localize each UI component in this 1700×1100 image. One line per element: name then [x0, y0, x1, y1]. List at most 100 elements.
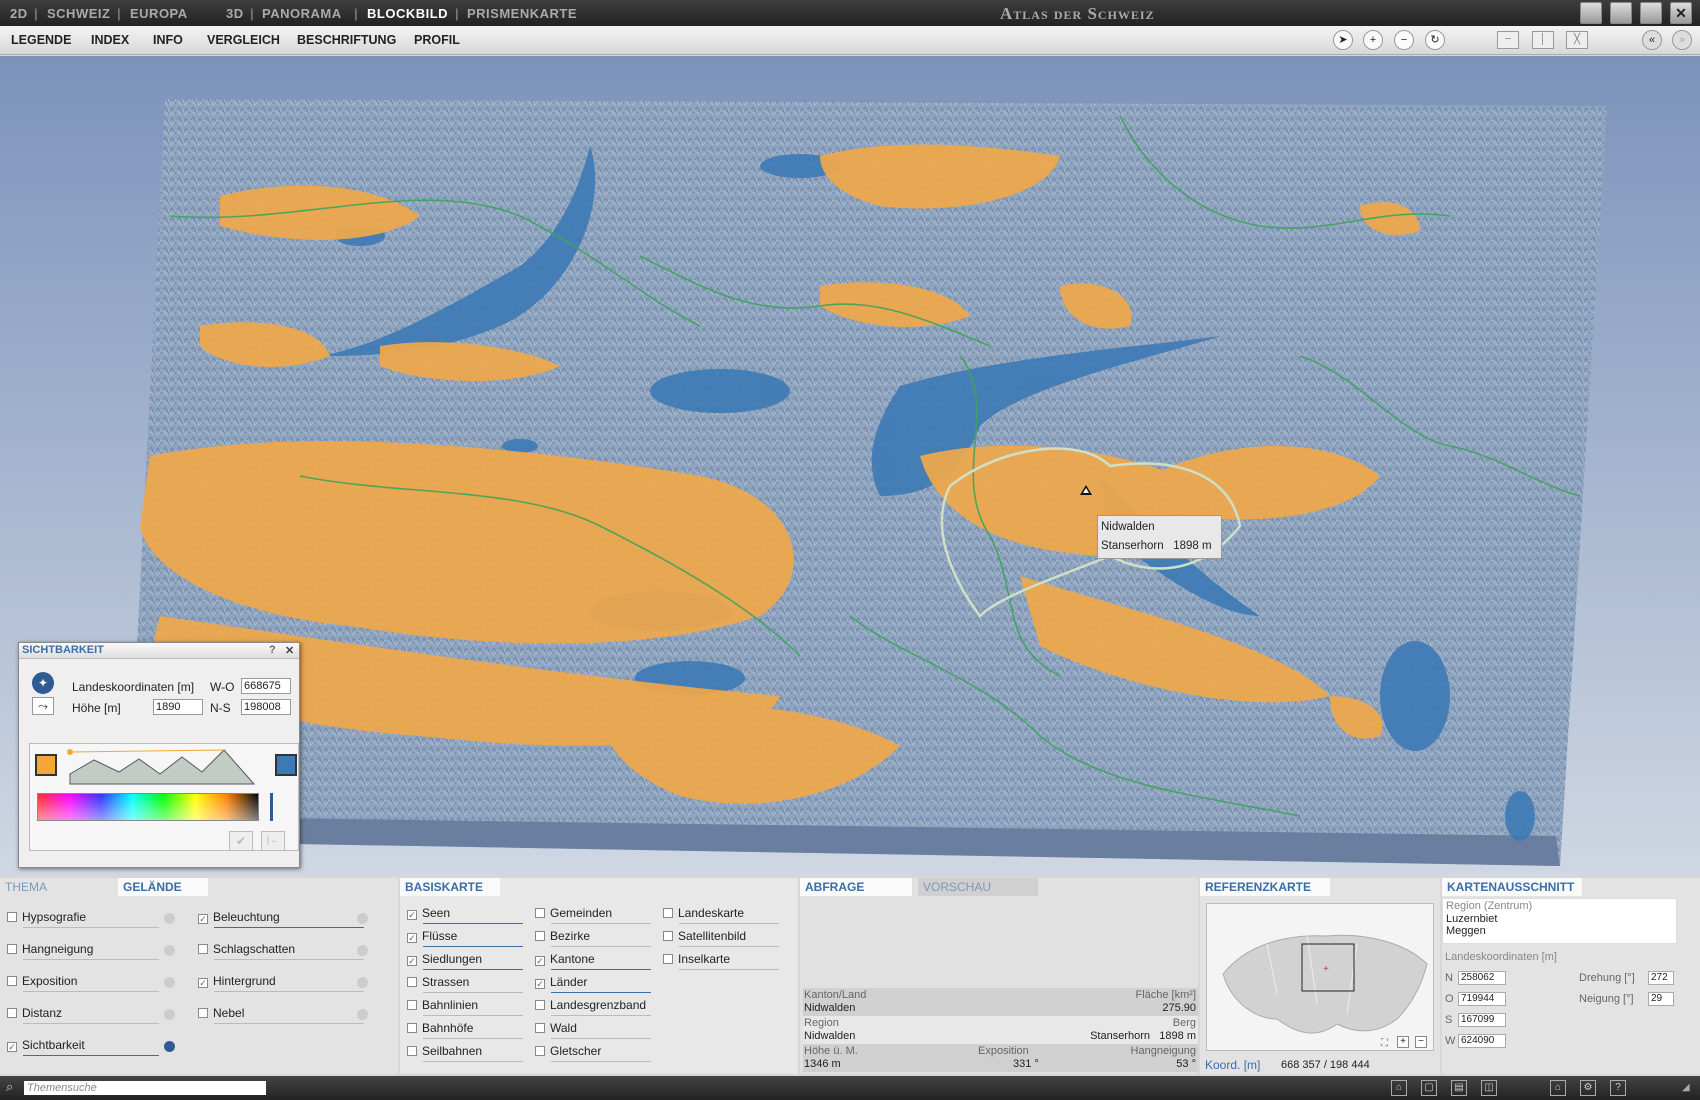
info-icon[interactable]: [357, 913, 368, 924]
map-zoom-out-icon[interactable]: −: [1415, 1036, 1427, 1048]
checkbox-icon[interactable]: [407, 1000, 417, 1010]
checkbox-icon[interactable]: [407, 977, 417, 987]
checkbox-gletscher[interactable]: Gletscher: [535, 1044, 601, 1062]
slider-track[interactable]: [23, 927, 159, 928]
checkbox-hintergrund[interactable]: ✓ Hintergrund: [198, 974, 276, 992]
checkbox-hangneigung[interactable]: Hangneigung: [7, 942, 93, 960]
w-input[interactable]: 624090: [1458, 1034, 1506, 1048]
no-split-icon[interactable]: ╳: [1566, 31, 1588, 49]
slider-track[interactable]: [23, 959, 159, 960]
collapse-left-icon[interactable]: «: [1642, 30, 1662, 50]
close-dialog-icon[interactable]: ✕: [285, 644, 294, 657]
menu-profil[interactable]: PROFIL: [414, 33, 460, 47]
checkbox-distanz[interactable]: Distanz: [7, 1006, 62, 1024]
checkbox-satellitenbild[interactable]: Satellitenbild: [663, 929, 746, 947]
slider-track[interactable]: [551, 923, 651, 924]
checkbox-seilbahnen[interactable]: Seilbahnen: [407, 1044, 482, 1062]
checkbox-icon[interactable]: [663, 954, 673, 964]
slider-track[interactable]: [679, 969, 779, 970]
checkbox-icon[interactable]: [198, 944, 208, 954]
slider-track[interactable]: [423, 1038, 523, 1039]
slider-track[interactable]: [423, 992, 523, 993]
slider-track[interactable]: [679, 923, 779, 924]
drehung-input[interactable]: 272: [1648, 971, 1674, 985]
checkbox-beleuchtung[interactable]: ✓ Beleuchtung: [198, 910, 280, 928]
checkbox-icon[interactable]: ✓: [198, 978, 208, 988]
info-icon[interactable]: [164, 913, 175, 924]
checkbox-icon[interactable]: [7, 944, 17, 954]
neigung-input[interactable]: 29: [1648, 992, 1674, 1006]
wo-input[interactable]: 668675: [241, 678, 291, 694]
print-icon[interactable]: ▤: [1451, 1080, 1467, 1096]
slider-track[interactable]: [214, 959, 364, 960]
checkbox-icon[interactable]: [407, 1023, 417, 1033]
menu-beschriftung[interactable]: BESCHRIFTUNG: [297, 33, 396, 47]
checkbox-icon[interactable]: [7, 912, 17, 922]
apply-icon[interactable]: ✔: [229, 831, 253, 851]
checkbox-icon[interactable]: [407, 1046, 417, 1056]
checkbox-strassen[interactable]: Strassen: [407, 975, 469, 993]
slider-track[interactable]: [423, 1015, 523, 1016]
slider-track[interactable]: [423, 923, 523, 924]
nav-blockbild[interactable]: BLOCKBILD: [367, 6, 448, 21]
horizontal-split-icon[interactable]: ┄: [1497, 31, 1519, 49]
checkbox-icon[interactable]: ✓: [7, 1042, 17, 1052]
checkbox-flüsse[interactable]: ✓ Flüsse: [407, 929, 457, 947]
hoehe-input[interactable]: 1890: [153, 699, 203, 715]
info-icon[interactable]: [164, 1009, 175, 1020]
slider-track[interactable]: [551, 992, 651, 993]
observer-icon[interactable]: ✦: [32, 672, 54, 694]
checkbox-sichtbarkeit[interactable]: ✓ Sichtbarkeit: [7, 1038, 85, 1056]
slider-track[interactable]: [423, 1061, 523, 1062]
peak-marker-icon[interactable]: [1080, 485, 1092, 495]
brightness-slider[interactable]: [270, 793, 273, 821]
bookmark-icon[interactable]: ▢: [1421, 1080, 1437, 1096]
slider-track[interactable]: [551, 1038, 651, 1039]
checkbox-icon[interactable]: [7, 976, 17, 986]
themensuche-input[interactable]: Themensuche: [24, 1081, 266, 1095]
start-icon[interactable]: ⌂: [1550, 1080, 1566, 1096]
rotate-icon[interactable]: ↻: [1425, 30, 1445, 50]
tab-gelaende[interactable]: GELÄNDE: [118, 878, 208, 896]
pointer-tool-icon[interactable]: ➤: [1333, 30, 1353, 50]
checkbox-länder[interactable]: ✓ Länder: [535, 975, 587, 993]
slider-track[interactable]: [423, 946, 523, 947]
slider-track[interactable]: [423, 969, 523, 970]
info-icon[interactable]: [357, 977, 368, 988]
hidden-color-swatch[interactable]: [275, 754, 297, 776]
map-zoom-in-icon[interactable]: +: [1397, 1036, 1409, 1048]
nav-3d[interactable]: 3D: [226, 6, 244, 21]
tab-thema[interactable]: THEMA: [0, 878, 120, 896]
slider-track[interactable]: [23, 991, 159, 992]
checkbox-icon[interactable]: [535, 931, 545, 941]
fullscreen-map-icon[interactable]: ⛶: [1381, 1038, 1388, 1049]
checkbox-inselkarte[interactable]: Inselkarte: [663, 952, 730, 970]
nav-panorama[interactable]: PANORAMA: [262, 6, 342, 21]
n-input[interactable]: 258062: [1458, 971, 1506, 985]
info-icon[interactable]: [357, 1009, 368, 1020]
tools-icon[interactable]: ⚙: [1580, 1080, 1596, 1096]
slider-track[interactable]: [551, 1015, 651, 1016]
checkbox-icon[interactable]: [535, 1023, 545, 1033]
info-icon[interactable]: [164, 945, 175, 956]
info-icon[interactable]: [164, 1041, 175, 1052]
checkbox-icon[interactable]: [535, 908, 545, 918]
menu-info[interactable]: INFO: [153, 33, 183, 47]
slider-track[interactable]: [214, 1023, 364, 1024]
menu-vergleich[interactable]: VERGLEICH: [207, 33, 280, 47]
nav-europa[interactable]: EUROPA: [130, 6, 188, 21]
slider-track[interactable]: [551, 946, 651, 947]
nav-prismenkarte[interactable]: PRISMENKARTE: [467, 6, 577, 21]
zoom-in-icon[interactable]: +: [1363, 30, 1383, 50]
o-input[interactable]: 719944: [1458, 992, 1506, 1006]
checkbox-schlagschatten[interactable]: Schlagschatten: [198, 942, 295, 960]
reset-icon[interactable]: |←: [261, 831, 285, 851]
nav-schweiz[interactable]: SCHWEIZ: [47, 6, 110, 21]
slider-track[interactable]: [214, 927, 364, 928]
vertical-split-icon[interactable]: │: [1532, 31, 1554, 49]
ns-input[interactable]: 198008: [241, 699, 291, 715]
checkbox-icon[interactable]: [535, 1046, 545, 1056]
minimize-icon[interactable]: [1580, 2, 1602, 24]
slider-track[interactable]: [23, 1023, 159, 1024]
slider-track[interactable]: [23, 1055, 159, 1056]
